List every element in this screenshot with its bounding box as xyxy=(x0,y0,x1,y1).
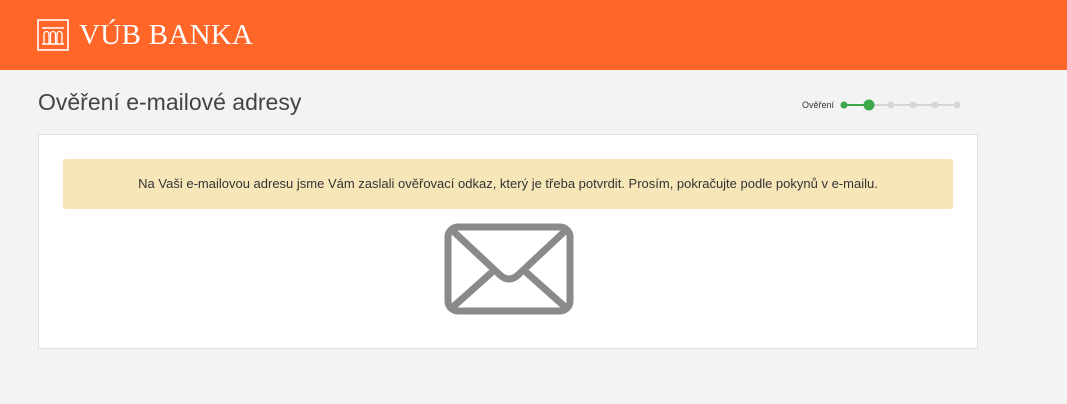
bank-building-icon xyxy=(37,19,69,51)
info-alert: Na Vaši e-mailovou adresu jsme Vám zasla… xyxy=(63,159,953,209)
progress-step xyxy=(840,101,848,109)
envelope-icon xyxy=(444,223,574,315)
progress-track xyxy=(840,99,961,111)
progress-step xyxy=(931,101,939,109)
progress-step xyxy=(909,101,917,109)
progress-step xyxy=(953,101,961,109)
progress-step-current xyxy=(863,99,875,111)
page-title: Ověření e-mailové adresy xyxy=(38,89,302,115)
brand-name: VÚB BANKA xyxy=(79,19,254,51)
progress-step xyxy=(887,101,895,109)
app-header: VÚB BANKA xyxy=(0,0,1067,70)
vub-logo[interactable]: VÚB BANKA xyxy=(37,19,253,51)
step-progress: Ověření xyxy=(802,98,964,112)
content-panel: Na Vaši e-mailovou adresu jsme Vám zasla… xyxy=(38,134,978,349)
current-step-label: Ověření xyxy=(802,100,835,110)
